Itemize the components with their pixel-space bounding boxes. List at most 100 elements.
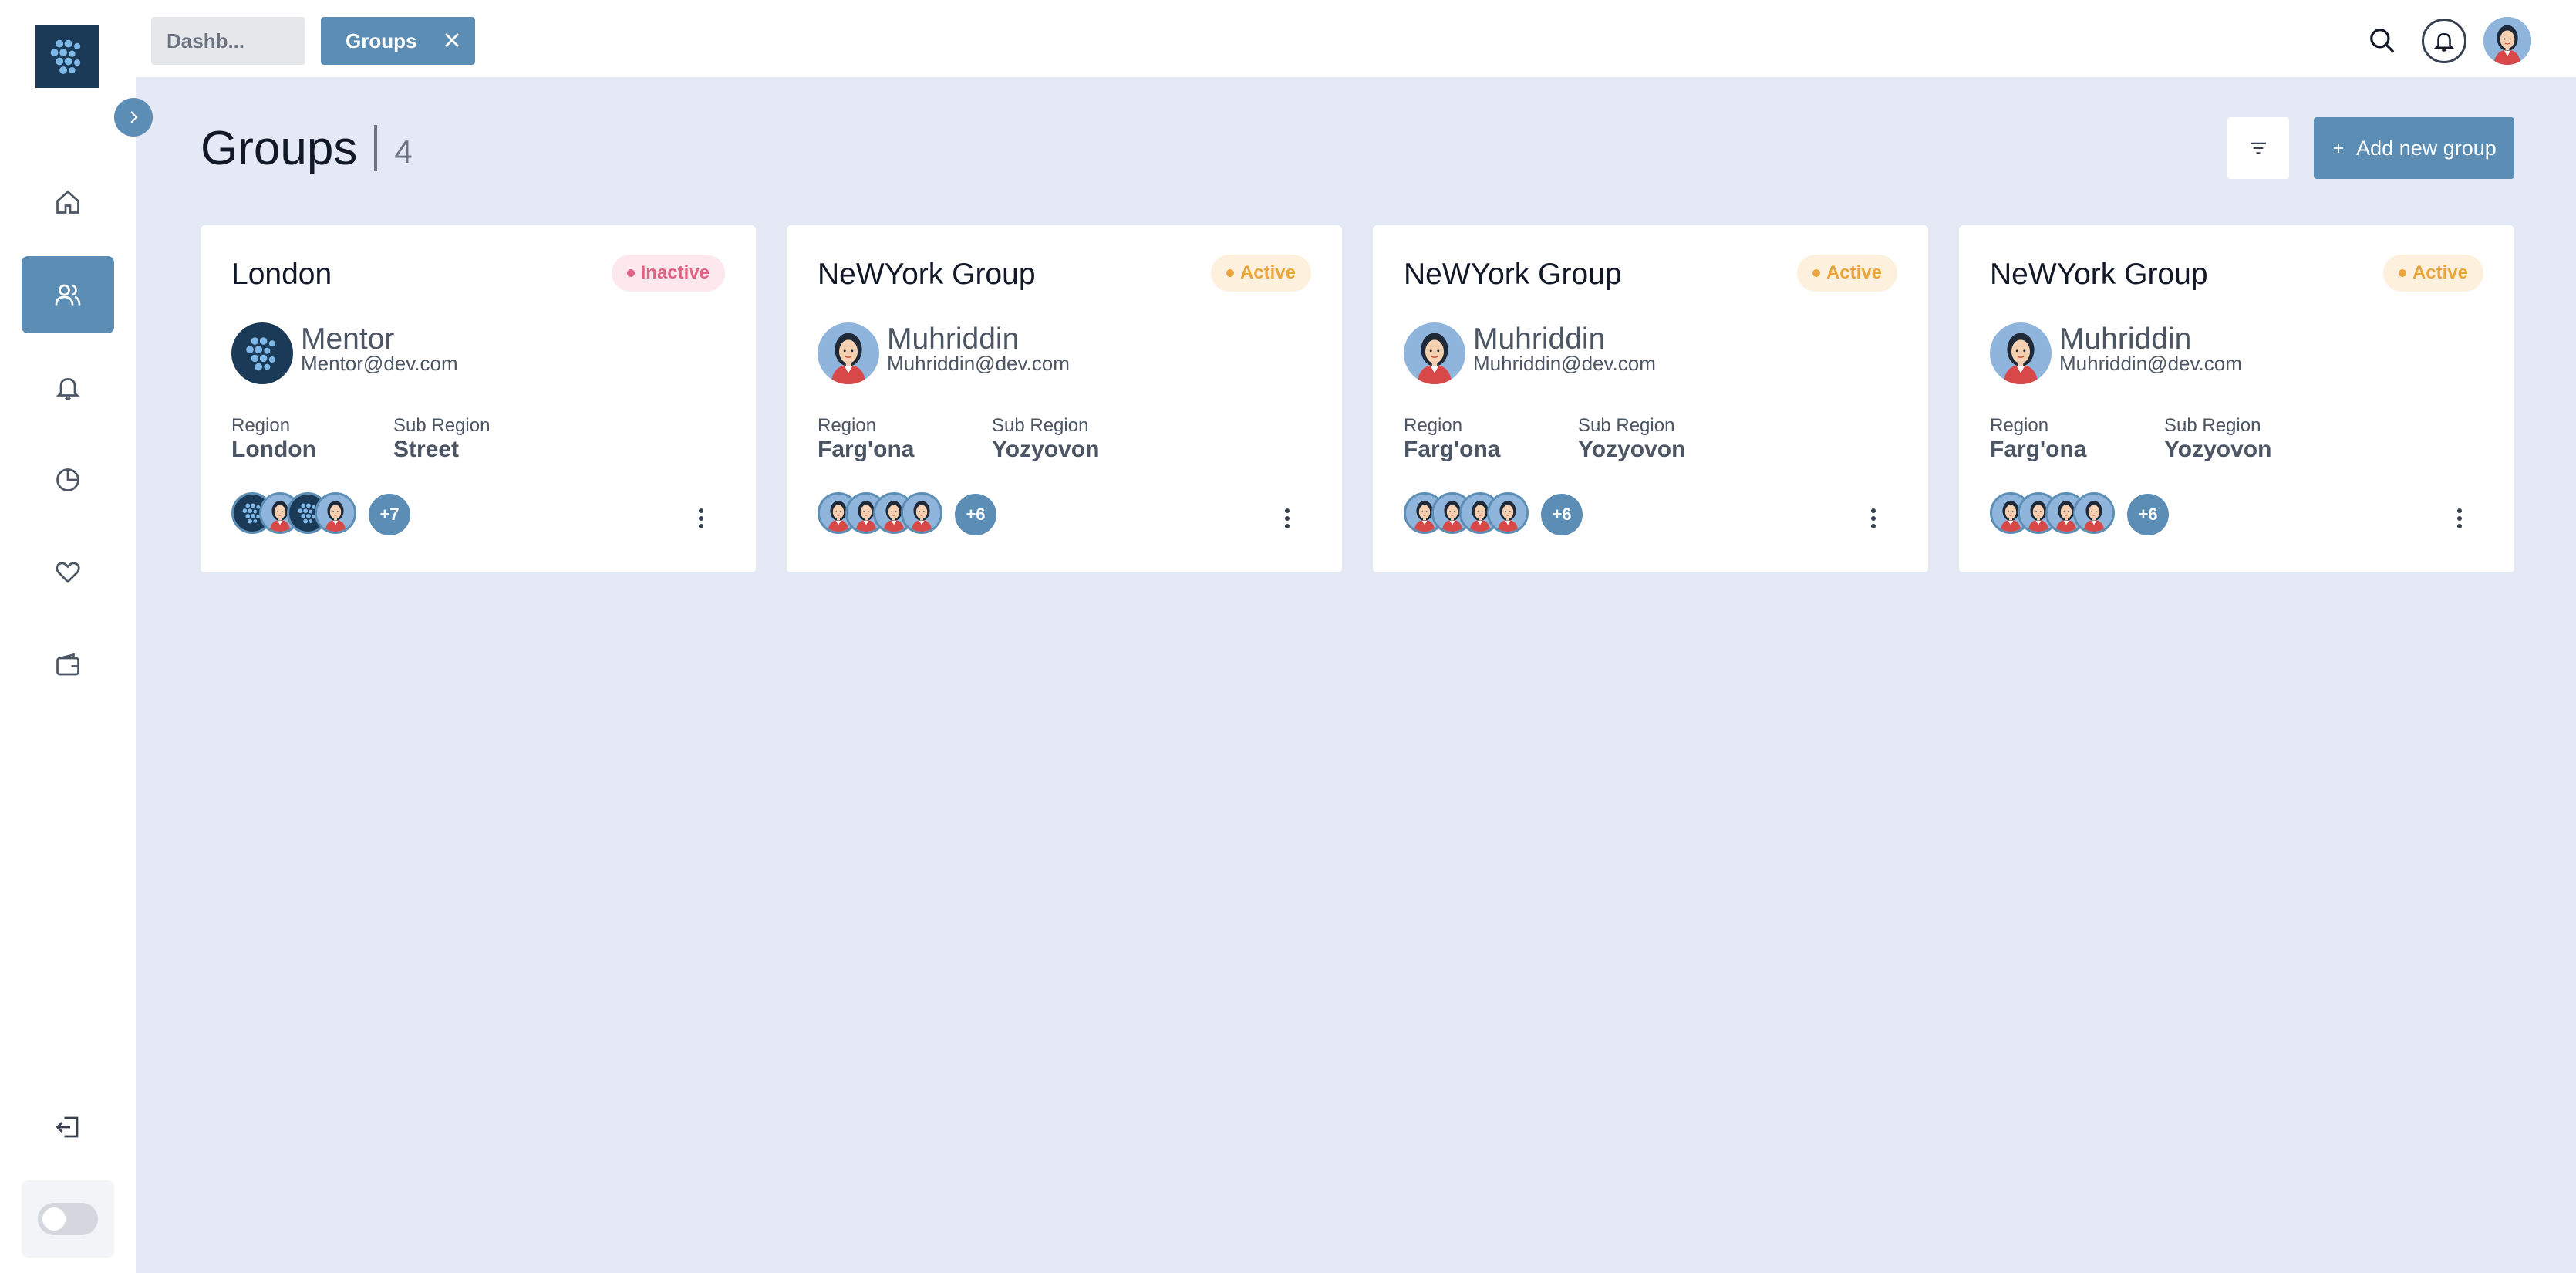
card-menu-button[interactable] xyxy=(690,503,713,534)
sidebar-item-wallet[interactable] xyxy=(22,626,114,704)
more-vertical-icon xyxy=(699,508,703,528)
avatar xyxy=(1487,492,1529,534)
subregion-value: Yozyovon xyxy=(1578,437,1686,462)
notifications-button[interactable] xyxy=(2422,19,2466,63)
subregion-label: Sub Region xyxy=(1578,415,1675,436)
region-label: Region xyxy=(1404,415,1463,436)
more-members-count[interactable]: +6 xyxy=(1541,494,1583,535)
more-vertical-icon xyxy=(1871,508,1876,528)
avatar xyxy=(2073,492,2115,534)
owner-email: Muhriddin@dev.com xyxy=(1473,352,1656,375)
top-bar xyxy=(136,0,2576,77)
status-dot xyxy=(1812,269,1820,277)
more-members-count[interactable]: +7 xyxy=(369,494,410,535)
subregion-value: Yozyovon xyxy=(992,437,1100,462)
region-value: Farg'ona xyxy=(1404,437,1501,462)
region-value: London xyxy=(231,437,316,462)
sidebar-collapse-button[interactable] xyxy=(114,98,153,137)
group-count: 4 xyxy=(394,133,413,170)
member-avatars: +6 xyxy=(818,492,1049,535)
search-button[interactable] xyxy=(2359,17,2406,65)
chevron-right-icon xyxy=(130,111,138,123)
sidebar-item-reports[interactable] xyxy=(22,441,114,518)
tab-label: Groups xyxy=(346,29,417,52)
bell-icon xyxy=(56,378,80,400)
status-dot xyxy=(1226,269,1234,277)
title-divider xyxy=(374,125,378,171)
member-avatars: +6 xyxy=(1990,492,2221,535)
status-label: Active xyxy=(1239,262,1296,283)
avatar-image xyxy=(2483,17,2531,65)
owner-avatar xyxy=(818,322,879,384)
region-value: Farg'ona xyxy=(1990,437,2087,462)
avatar xyxy=(315,492,356,534)
status-badge: Active xyxy=(1210,255,1311,292)
subregion-value: Street xyxy=(393,437,460,462)
more-vertical-icon xyxy=(2457,508,2462,528)
add-button-label: Add new group xyxy=(2356,136,2497,160)
home-icon xyxy=(56,190,79,214)
region-label: Region xyxy=(818,415,877,436)
group-title: NeWYork Group xyxy=(818,258,1036,291)
card-menu-button[interactable] xyxy=(1276,503,1299,534)
theme-toggle[interactable] xyxy=(38,1203,98,1235)
add-new-group-button[interactable]: Add new group xyxy=(2314,117,2514,179)
tab-label: Dashb... xyxy=(167,29,245,52)
tab-dashboard[interactable]: Dashb... xyxy=(151,17,305,65)
sidebar-item-home[interactable] xyxy=(22,164,114,241)
sidebar-item-groups[interactable] xyxy=(22,256,114,333)
region-label: Region xyxy=(231,415,291,436)
status-label: Active xyxy=(1826,262,1882,283)
tab-groups[interactable]: Groups xyxy=(321,17,475,65)
wallet-icon xyxy=(56,653,79,676)
filter-button[interactable] xyxy=(2227,117,2289,179)
region-value: Farg'ona xyxy=(818,437,915,462)
close-icon[interactable] xyxy=(440,28,464,52)
app-logo[interactable] xyxy=(35,25,99,88)
group-title: NeWYork Group xyxy=(1404,258,1622,291)
subregion-label: Sub Region xyxy=(992,415,1089,436)
status-badge: Inactive xyxy=(611,255,725,292)
owner-avatar xyxy=(231,322,293,384)
group-card-grid: London Inactive Mentor Mentor@dev.com Re… xyxy=(201,225,2514,572)
logout-button[interactable] xyxy=(45,1108,91,1146)
group-card[interactable]: London Inactive Mentor Mentor@dev.com Re… xyxy=(201,225,756,572)
subregion-value: Yozyovon xyxy=(2164,437,2272,462)
logout-icon xyxy=(56,1116,79,1138)
filter-icon xyxy=(2251,142,2266,154)
sidebar-item-favorites[interactable] xyxy=(22,534,114,611)
status-badge: Active xyxy=(1796,255,1897,292)
search-icon xyxy=(2370,29,2395,53)
card-menu-button[interactable] xyxy=(2448,503,2471,534)
heart-icon xyxy=(56,562,80,583)
theme-toggle-container xyxy=(22,1180,114,1258)
owner-email: Muhriddin@dev.com xyxy=(2059,352,2242,375)
subregion-label: Sub Region xyxy=(2164,415,2261,436)
group-card[interactable]: NeWYork Group Active Muhriddin Muhriddin… xyxy=(1959,225,2514,572)
owner-avatar xyxy=(1990,322,2052,384)
card-menu-button[interactable] xyxy=(1862,503,1885,534)
group-card[interactable]: NeWYork Group Active Muhriddin Muhriddin… xyxy=(787,225,1342,572)
member-avatars: +7 xyxy=(231,492,463,535)
region-label: Region xyxy=(1990,415,2049,436)
more-members-count[interactable]: +6 xyxy=(2127,494,2169,535)
owner-email: Muhriddin@dev.com xyxy=(887,352,1070,375)
plus-icon xyxy=(2334,144,2344,153)
more-members-count[interactable]: +6 xyxy=(955,494,996,535)
more-vertical-icon xyxy=(1285,508,1290,528)
page-header: Groups 4 xyxy=(201,117,413,179)
subregion-label: Sub Region xyxy=(393,415,491,436)
owner-avatar xyxy=(1404,322,1465,384)
group-card[interactable]: NeWYork Group Active Muhriddin Muhriddin… xyxy=(1373,225,1928,572)
group-title: NeWYork Group xyxy=(1990,258,2208,291)
status-label: Inactive xyxy=(640,262,710,283)
sidebar-item-notifications[interactable] xyxy=(22,349,114,426)
user-avatar[interactable] xyxy=(2483,17,2531,65)
status-badge: Active xyxy=(2382,255,2483,292)
sidebar xyxy=(0,0,136,1273)
pie-chart-icon xyxy=(56,468,79,491)
status-dot xyxy=(2398,269,2406,277)
users-icon xyxy=(55,284,81,306)
page-title: Groups xyxy=(201,121,358,175)
member-avatars: +6 xyxy=(1404,492,1635,535)
